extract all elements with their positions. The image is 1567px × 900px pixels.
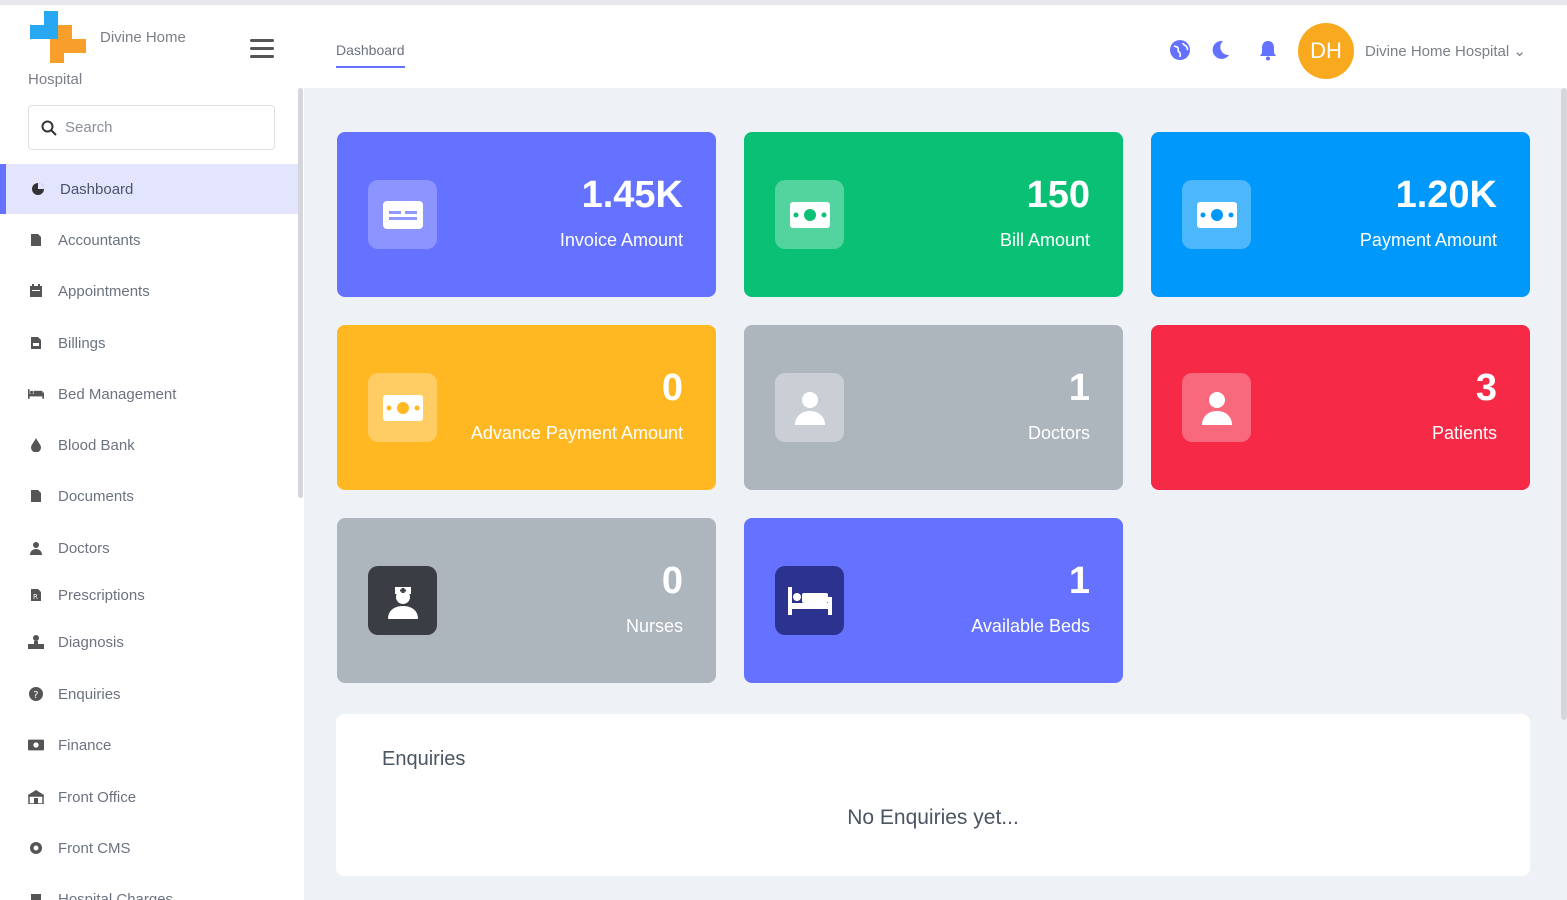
invoice-icon xyxy=(368,180,437,249)
prescription-icon: R xyxy=(28,587,44,603)
card-label: Available Beds xyxy=(971,616,1090,636)
sidebar-item-label: Appointments xyxy=(58,282,150,300)
moon-icon[interactable] xyxy=(1208,38,1232,62)
question-icon: ? xyxy=(28,686,44,702)
file-icon xyxy=(28,232,44,248)
sidebar-item-prescriptions[interactable]: R Prescriptions xyxy=(0,570,298,620)
brand-name-line2: Hospital xyxy=(28,71,83,88)
avatar[interactable]: DH xyxy=(1298,23,1354,79)
sidebar-item-label: Bed Management xyxy=(58,385,177,403)
card-label: Bill Amount xyxy=(999,230,1090,250)
user-icon xyxy=(1182,373,1251,442)
sidebar-item-appointments[interactable]: Appointments xyxy=(0,266,298,316)
invoice-amount-card[interactable]: 1.45K Invoice Amount xyxy=(337,132,716,297)
money-bill-icon xyxy=(368,373,437,442)
hospital-logo[interactable] xyxy=(28,9,90,67)
globe-icon[interactable] xyxy=(1168,38,1192,62)
search-input[interactable] xyxy=(65,106,265,149)
sidebar-item-billings[interactable]: Billings xyxy=(0,318,298,368)
sidebar-item-blood-bank[interactable]: Blood Bank xyxy=(0,420,298,470)
card-value: 1 xyxy=(1068,560,1090,602)
sidebar-item-label: Hospital Charges xyxy=(58,890,174,900)
sidebar-item-front-cms[interactable]: Front CMS xyxy=(0,823,298,873)
pie-chart-icon xyxy=(30,181,46,197)
sidebar-search xyxy=(28,105,275,150)
sidebar-item-label: Finance xyxy=(58,736,112,754)
sidebar-item-label: Front CMS xyxy=(58,839,131,857)
money-bill-icon xyxy=(1182,180,1251,249)
calendar-icon xyxy=(28,283,44,299)
money-icon xyxy=(28,737,44,753)
sidebar-item-enquiries[interactable]: ? Enquiries xyxy=(0,669,298,719)
available-beds-card[interactable]: 1 Available Beds xyxy=(744,518,1123,683)
payment-amount-card[interactable]: 1.20K Payment Amount xyxy=(1151,132,1530,297)
svg-text:R: R xyxy=(33,593,38,601)
sidebar-item-label: Accountants xyxy=(58,231,141,249)
page-scrollbar[interactable] xyxy=(1561,88,1567,720)
diagnosis-icon xyxy=(28,634,44,650)
card-value: 0 xyxy=(661,560,683,602)
doctors-card[interactable]: 1 Doctors xyxy=(744,325,1123,490)
sidebar-item-bed-management[interactable]: Bed Management xyxy=(0,369,298,419)
card-value: 0 xyxy=(661,367,683,409)
sidebar-item-label: Prescriptions xyxy=(58,586,145,604)
card-value: 1.45K xyxy=(581,174,683,216)
top-bar: Divine Home Hospital Dashboard DH Divine… xyxy=(0,0,1567,88)
sidebar-item-hospital-charges[interactable]: Hospital Charges xyxy=(0,874,298,900)
card-value: 3 xyxy=(1475,367,1497,409)
user-menu-dropdown[interactable]: Divine Home Hospital ⌄ xyxy=(1365,42,1526,60)
svg-text:?: ? xyxy=(33,690,38,701)
enquiries-panel: Enquiries No Enquiries yet... xyxy=(336,714,1530,876)
card-label: Advance Payment Amount xyxy=(470,423,683,443)
sidebar-item-finance[interactable]: Finance xyxy=(0,720,298,770)
card-label: Nurses xyxy=(625,616,683,636)
sidebar-item-doctors[interactable]: Doctors xyxy=(0,523,298,573)
office-icon xyxy=(28,789,44,805)
sidebar-item-label: Front Office xyxy=(58,788,137,806)
sidebar-item-accountants[interactable]: Accountants xyxy=(0,215,298,265)
enquiries-empty-message: No Enquiries yet... xyxy=(847,806,1019,829)
sidebar-item-dashboard[interactable]: Dashboard xyxy=(0,164,298,214)
file-invoice-icon xyxy=(28,335,44,351)
nurses-card[interactable]: 0 Nurses xyxy=(337,518,716,683)
sidebar-scrollbar[interactable] xyxy=(298,88,303,498)
sidebar: Dashboard Accountants Appointments Billi… xyxy=(0,88,304,900)
brand-name: Divine Home xyxy=(100,29,186,46)
doctor-icon xyxy=(28,540,44,556)
money-bill-icon xyxy=(775,180,844,249)
bed-icon xyxy=(28,386,44,402)
sidebar-item-documents[interactable]: Documents xyxy=(0,471,298,521)
sidebar-item-label: Diagnosis xyxy=(58,633,124,651)
patients-card[interactable]: 3 Patients xyxy=(1151,325,1530,490)
card-label: Doctors xyxy=(1027,423,1090,443)
card-label: Patients xyxy=(1431,423,1497,443)
document-icon xyxy=(28,488,44,504)
bed-icon xyxy=(775,566,844,635)
card-value: 1.20K xyxy=(1395,174,1497,216)
sidebar-item-diagnosis[interactable]: Diagnosis xyxy=(0,617,298,667)
nurse-icon xyxy=(368,566,437,635)
bill-amount-card[interactable]: 150 Bill Amount xyxy=(744,132,1123,297)
card-value: 1 xyxy=(1068,367,1090,409)
drop-icon xyxy=(28,437,44,453)
card-label: Payment Amount xyxy=(1359,230,1497,250)
menu-icon[interactable] xyxy=(250,39,274,61)
search-icon xyxy=(41,120,57,136)
sidebar-item-label: Enquiries xyxy=(58,685,121,703)
sidebar-item-front-office[interactable]: Front Office xyxy=(0,772,298,822)
cog-icon xyxy=(28,840,44,856)
card-value: 150 xyxy=(1026,174,1090,216)
card-label: Invoice Amount xyxy=(559,230,683,250)
advance-payment-card[interactable]: 0 Advance Payment Amount xyxy=(337,325,716,490)
sidebar-item-label: Billings xyxy=(58,334,106,352)
sidebar-item-label: Dashboard xyxy=(60,180,134,198)
enquiries-title: Enquiries xyxy=(382,748,466,770)
sidebar-item-label: Doctors xyxy=(58,539,110,557)
sidebar-item-label: Documents xyxy=(58,487,134,505)
charges-icon xyxy=(28,891,44,900)
tab-dashboard[interactable]: Dashboard xyxy=(336,42,405,68)
user-icon xyxy=(775,373,844,442)
sidebar-item-label: Blood Bank xyxy=(58,436,135,454)
bell-icon[interactable] xyxy=(1256,38,1280,62)
